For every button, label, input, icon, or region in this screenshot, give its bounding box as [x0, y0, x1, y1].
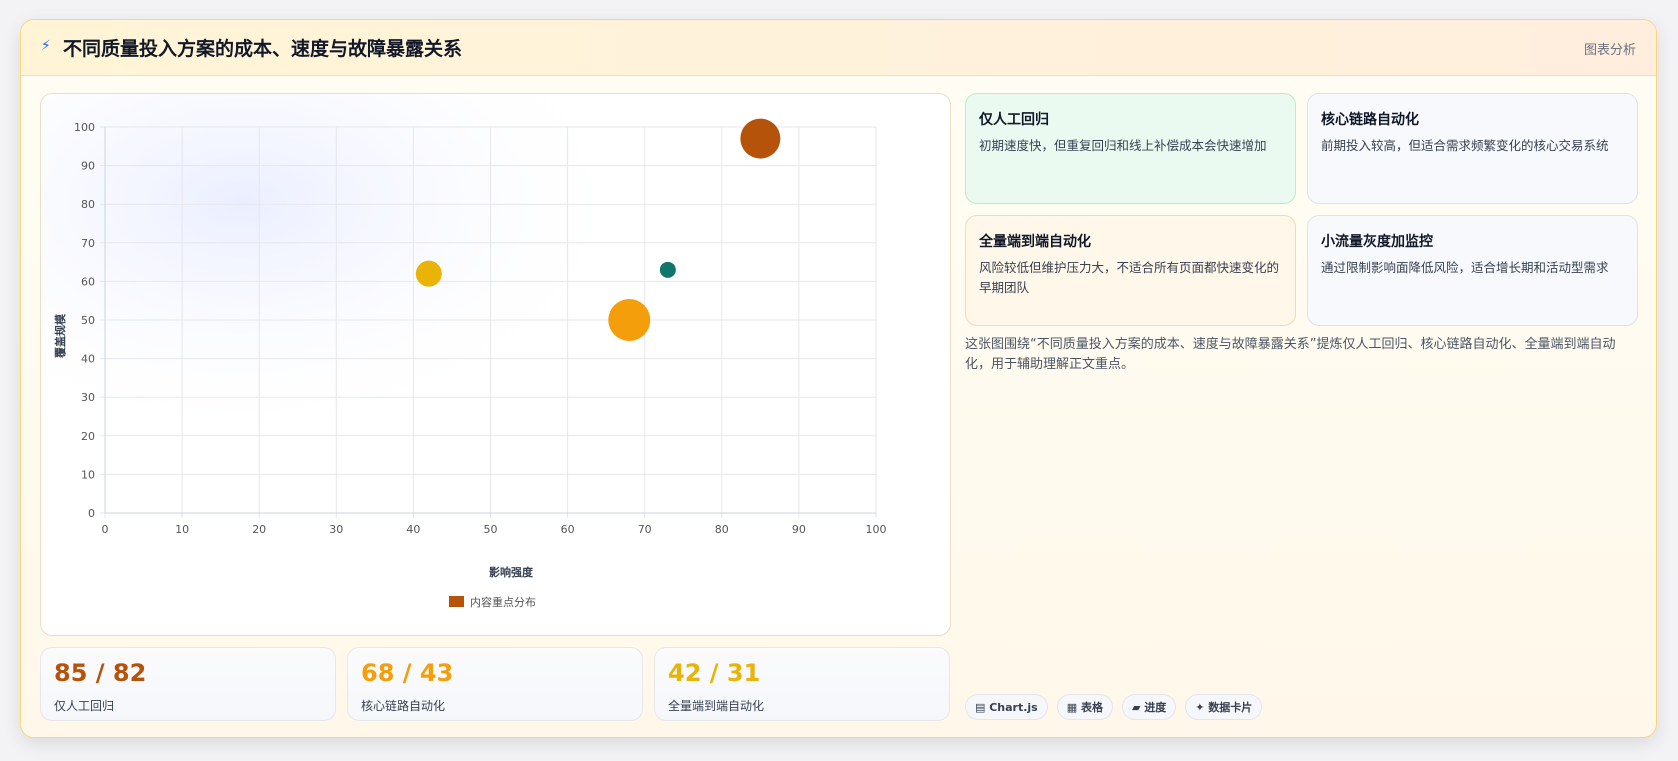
stat-value: 68 / 43 [361, 659, 454, 687]
stat-value: 42 / 31 [668, 659, 761, 687]
bubble-point [740, 118, 781, 159]
legend-swatch [449, 596, 464, 607]
info-card-title: 核心链路自动化 [1321, 112, 1419, 128]
x-axis-label: 影响强度 [489, 565, 534, 579]
info-card-manual-regression: 仅人工回归 初期速度快，但重复回归和线上补偿成本会快速增加 [965, 93, 1296, 204]
x-tick-label: 70 [638, 523, 652, 536]
x-tick-label: 50 [484, 523, 498, 536]
chart-background [41, 94, 950, 635]
info-card-core-automation: 核心链路自动化 前期投入较高，但适合需求频繁变化的核心交易系统 [1307, 93, 1638, 204]
bubble-chart: 0 10 20 30 40 50 60 70 80 90 100 0 10 20 30 40 50 60 70 80 9… [41, 94, 950, 635]
chart-badge[interactable]: ▤ Chart.js [965, 694, 1048, 720]
info-card-desc: 风险较低但维护压力大，不适合所有页面都快速变化的早期团队 [979, 260, 1280, 295]
x-tick-label: 30 [329, 523, 343, 536]
data-card-badge[interactable]: ✦ 数据卡片 [1185, 694, 1263, 720]
y-tick-label: 90 [81, 160, 95, 173]
info-card-e2e-automation: 全量端到端自动化 风险较低但维护压力大，不适合所有页面都快速变化的早期团队 [965, 215, 1296, 326]
bubble-point [608, 299, 651, 341]
legend-label: 内容重点分布 [470, 595, 536, 609]
y-tick-label: 30 [81, 391, 95, 404]
stat-card-1: 68 / 43 核心链路自动化 [347, 647, 643, 721]
x-tick-label: 80 [715, 523, 729, 536]
info-card-desc: 通过限制影响面降低风险，适合增长期和活动型需求 [1321, 260, 1609, 275]
bubble-point [415, 260, 442, 287]
y-tick-label: 100 [74, 121, 95, 134]
y-tick-label: 50 [81, 314, 95, 327]
progress-badge[interactable]: ▰ 进度 [1121, 694, 1177, 720]
table-badge[interactable]: ▦ 表格 [1056, 694, 1113, 720]
info-card-canary-monitoring: 小流量灰度加监控 通过限制影响面降低风险，适合增长期和活动型需求 [1307, 215, 1638, 326]
x-tick-label: 20 [252, 523, 266, 536]
lightning-icon: ⚡ [41, 38, 51, 54]
chart-card: ⚡ 不同质量投入方案的成本、速度与故障暴露关系 图表分析 0 10 20 30 40 50… [20, 19, 1657, 738]
stat-label: 仅人工回归 [54, 699, 115, 713]
chart-legend[interactable]: 内容重点分布 [449, 595, 536, 609]
stat-value: 85 / 82 [54, 659, 147, 687]
info-card-desc: 初期速度快，但重复回归和线上补偿成本会快速增加 [979, 138, 1267, 153]
x-tick-label: 0 [102, 523, 109, 536]
x-tick-label: 100 [866, 523, 887, 536]
y-axis-label: 覆盖规模 [53, 313, 67, 358]
info-card-title: 全量端到端自动化 [979, 234, 1091, 250]
card-header: ⚡ 不同质量投入方案的成本、速度与故障暴露关系 图表分析 [21, 20, 1656, 76]
stat-label: 全量端到端自动化 [668, 699, 765, 713]
x-tick-label: 40 [406, 523, 420, 536]
chart-description: 这张图围绕“不同质量投入方案的成本、速度与故障暴露关系”提炼仅人工回归、核心链路… [965, 337, 1616, 372]
page-title: 不同质量投入方案的成本、速度与故障暴露关系 [63, 38, 463, 60]
y-tick-label: 0 [88, 507, 95, 520]
x-tick-label: 60 [561, 523, 575, 536]
y-tick-label: 20 [81, 430, 95, 443]
y-tick-label: 40 [81, 353, 95, 366]
info-card-desc: 前期投入较高，但适合需求频繁变化的核心交易系统 [1321, 138, 1609, 153]
x-tick-label: 10 [175, 523, 189, 536]
stat-label: 核心链路自动化 [361, 699, 446, 713]
chart-panel: 0 10 20 30 40 50 60 70 80 90 100 0 10 20 30 40 50 60 70 80 9… [40, 93, 951, 636]
tech-badges: ▤ Chart.js ▦ 表格 ▰ 进度 ✦ 数据卡片 [965, 694, 1263, 722]
y-tick-label: 70 [81, 237, 95, 250]
x-tick-label: 90 [792, 523, 806, 536]
header-tag: 图表分析 [1583, 43, 1636, 58]
bubble-point [659, 261, 676, 278]
stat-card-0: 85 / 82 仅人工回归 [40, 647, 336, 721]
y-tick-label: 60 [81, 275, 95, 288]
y-tick-label: 10 [81, 468, 95, 481]
y-tick-label: 80 [81, 198, 95, 211]
info-card-title: 小流量灰度加监控 [1321, 234, 1433, 250]
info-card-title: 仅人工回归 [979, 112, 1049, 128]
stat-card-2: 42 / 31 全量端到端自动化 [654, 647, 950, 721]
